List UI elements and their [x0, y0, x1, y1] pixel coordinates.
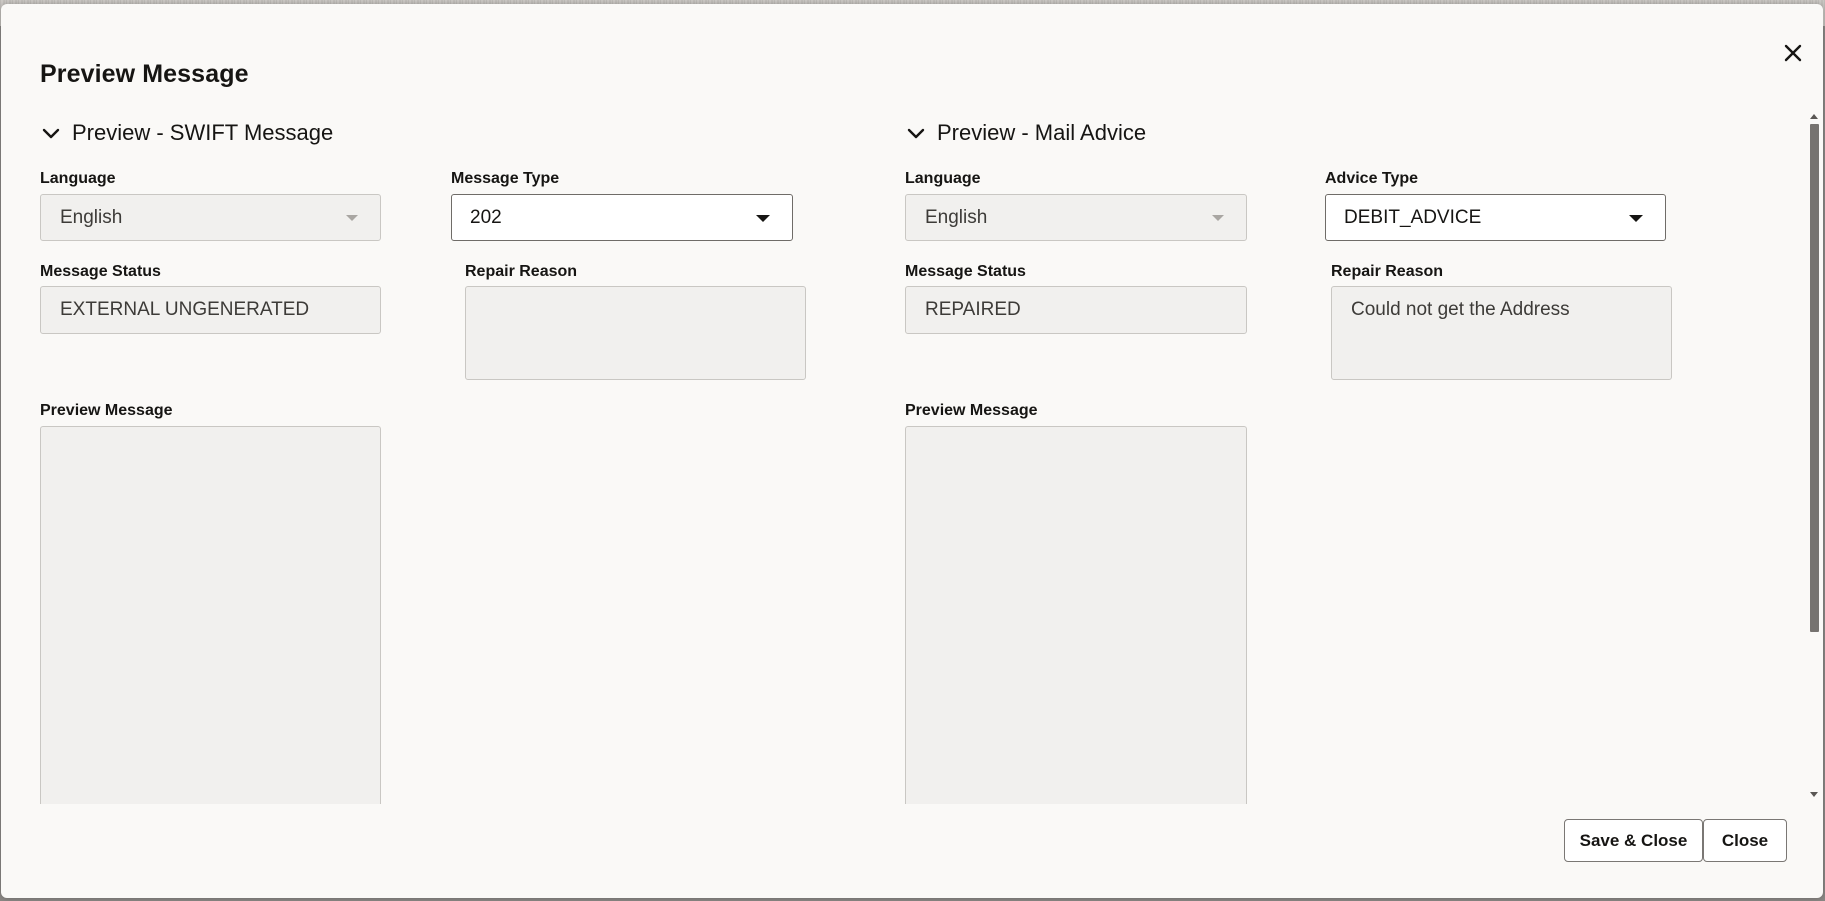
chevron-down-icon: [907, 128, 925, 139]
dialog-content: Preview - SWIFT Message Language English…: [1, 104, 1823, 804]
chevron-down-icon: [42, 128, 60, 139]
scroll-up-arrow-icon[interactable]: [1810, 114, 1818, 119]
swift-language-select: English: [40, 194, 381, 241]
message-type-select[interactable]: 202: [451, 194, 793, 241]
mail-preview-textarea: [905, 426, 1247, 804]
close-icon: [1784, 44, 1802, 62]
caret-down-icon: [346, 214, 358, 221]
mail-language-select: English: [905, 194, 1247, 241]
advice-type-select[interactable]: DEBIT_ADVICE: [1325, 194, 1666, 241]
mail-language-label: Language: [905, 170, 981, 187]
mail-section-title: Preview - Mail Advice: [937, 120, 1147, 145]
mail-message-status-label: Message Status: [905, 263, 1026, 280]
swift-message-status-label: Message Status: [40, 263, 161, 280]
swift-repair-reason-field: [465, 286, 806, 380]
dialog-title: Preview Message: [40, 60, 249, 88]
mail-message-status-field: REPAIRED: [905, 286, 1247, 334]
message-type-value: 202: [470, 206, 502, 228]
mail-preview-label: Preview Message: [905, 402, 1038, 419]
swift-language-label: Language: [40, 170, 116, 187]
advice-type-label: Advice Type: [1325, 170, 1419, 187]
preview-message-dialog: Preview Message Preview - SWIFT Message …: [1, 4, 1823, 898]
caret-down-icon: [1212, 214, 1224, 221]
mail-repair-reason-field: Could not get the Address: [1331, 286, 1672, 380]
mail-repair-reason-value: Could not get the Address: [1351, 299, 1570, 320]
swift-preview-label: Preview Message: [40, 402, 173, 419]
swift-section-toggle[interactable]: Preview - SWIFT Message: [40, 120, 333, 146]
close-dialog-button[interactable]: [1776, 36, 1810, 70]
mail-section-toggle[interactable]: Preview - Mail Advice: [905, 120, 1146, 146]
swift-section-title: Preview - SWIFT Message: [72, 120, 334, 145]
mail-repair-reason-label: Repair Reason: [1331, 263, 1444, 280]
scroll-down-arrow-icon[interactable]: [1810, 792, 1818, 797]
mail-language-value: English: [925, 206, 988, 228]
scrollbar-thumb[interactable]: [1810, 124, 1819, 632]
dialog-scrollbar[interactable]: [1807, 104, 1821, 804]
caret-down-icon: [1629, 214, 1643, 222]
advice-type-value: DEBIT_ADVICE: [1344, 206, 1482, 228]
swift-message-status-field: EXTERNAL UNGENERATED: [40, 286, 381, 334]
swift-message-status-value: EXTERNAL UNGENERATED: [60, 299, 310, 320]
close-button[interactable]: Close: [1703, 819, 1787, 862]
message-type-label: Message Type: [451, 170, 560, 187]
save-and-close-button[interactable]: Save & Close: [1564, 819, 1703, 862]
mail-message-status-value: REPAIRED: [925, 299, 1021, 320]
caret-down-icon: [756, 214, 770, 222]
swift-preview-textarea: [40, 426, 381, 804]
swift-repair-reason-label: Repair Reason: [465, 263, 578, 280]
swift-language-value: English: [60, 206, 123, 228]
